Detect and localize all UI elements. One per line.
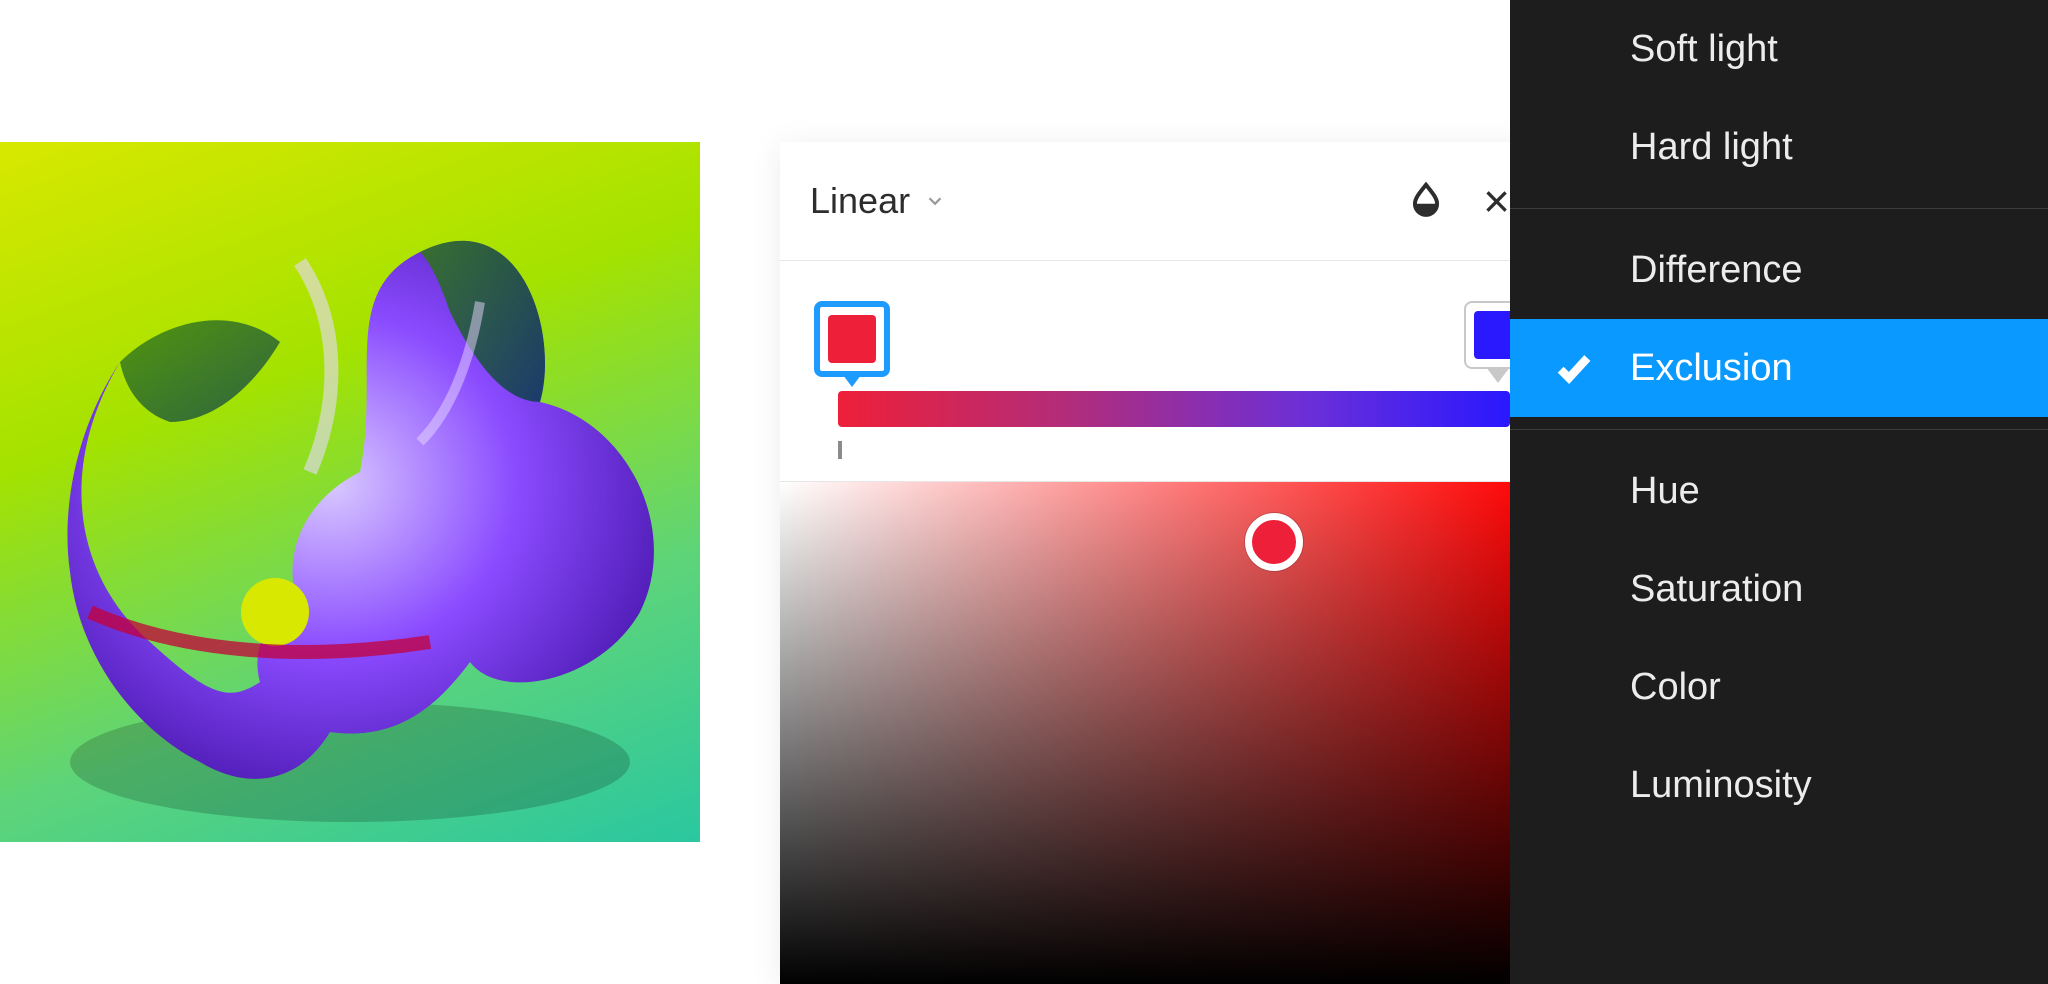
blend-mode-option-label: Soft light xyxy=(1630,28,1778,71)
blend-mode-option-label: Exclusion xyxy=(1630,347,1793,390)
close-icon[interactable]: × xyxy=(1483,178,1510,224)
blend-mode-option[interactable]: Exclusion xyxy=(1510,319,2048,417)
layer-preview xyxy=(0,142,700,842)
fill-type-dropdown[interactable]: Linear xyxy=(810,180,946,222)
blend-mode-option-label: Saturation xyxy=(1630,568,1803,611)
gradient-origin-tick xyxy=(838,441,842,459)
blend-mode-option[interactable]: Hue xyxy=(1510,442,2048,540)
gradient-stops-area[interactable] xyxy=(780,261,1540,482)
blend-mode-option-label: Hue xyxy=(1630,470,1700,513)
blend-mode-option-label: Hard light xyxy=(1630,126,1793,169)
color-picker-panel: Linear × xyxy=(780,142,1540,984)
blend-mode-menu: Soft light Hard light Difference Exclusion H… xyxy=(1510,0,2048,984)
blend-mode-option-label: Color xyxy=(1630,666,1721,709)
check-icon xyxy=(1554,348,1594,388)
sv-color-field[interactable] xyxy=(780,482,1540,984)
blend-mode-option[interactable]: Hard light xyxy=(1510,98,2048,196)
picker-header: Linear × xyxy=(780,142,1540,261)
chevron-down-icon xyxy=(924,190,946,212)
sv-cursor[interactable] xyxy=(1245,513,1303,571)
blend-mode-option-label: Luminosity xyxy=(1630,764,1812,807)
blend-mode-icon[interactable] xyxy=(1407,180,1445,223)
blend-mode-option[interactable]: Difference xyxy=(1510,221,2048,319)
blend-mode-option[interactable]: Color xyxy=(1510,638,2048,736)
blend-mode-option[interactable]: Saturation xyxy=(1510,540,2048,638)
blend-mode-option-label: Difference xyxy=(1630,249,1803,292)
menu-separator xyxy=(1510,429,2048,430)
gradient-stop-left[interactable] xyxy=(814,301,890,377)
preview-artwork xyxy=(0,142,700,842)
blend-mode-option[interactable]: Luminosity xyxy=(1510,736,2048,834)
gradient-stop-left-swatch xyxy=(828,315,876,363)
fill-type-label: Linear xyxy=(810,180,910,222)
gradient-bar[interactable] xyxy=(838,391,1510,427)
menu-separator xyxy=(1510,208,2048,209)
blend-mode-option[interactable]: Soft light xyxy=(1510,0,2048,98)
